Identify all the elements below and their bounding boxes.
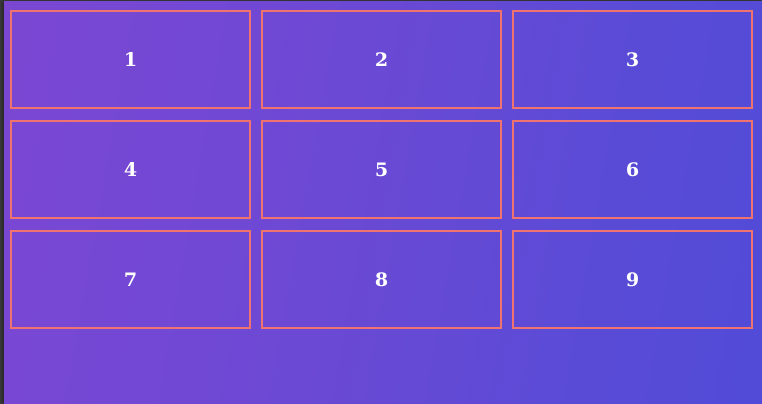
grid-cell-1[interactable]: 1 [10, 10, 251, 109]
grid-cell-7[interactable]: 7 [10, 230, 251, 329]
grid-cell-3[interactable]: 3 [512, 10, 753, 109]
grid-cell-5[interactable]: 5 [261, 120, 502, 219]
gradient-container: 1 2 3 4 5 6 7 8 9 [4, 1, 762, 404]
window-frame: 1 2 3 4 5 6 7 8 9 [0, 0, 762, 404]
grid-cell-2[interactable]: 2 [261, 10, 502, 109]
grid-cell-9[interactable]: 9 [512, 230, 753, 329]
grid-cell-6[interactable]: 6 [512, 120, 753, 219]
grid-cell-8[interactable]: 8 [261, 230, 502, 329]
grid-layout: 1 2 3 4 5 6 7 8 9 [10, 10, 754, 329]
grid-cell-4[interactable]: 4 [10, 120, 251, 219]
